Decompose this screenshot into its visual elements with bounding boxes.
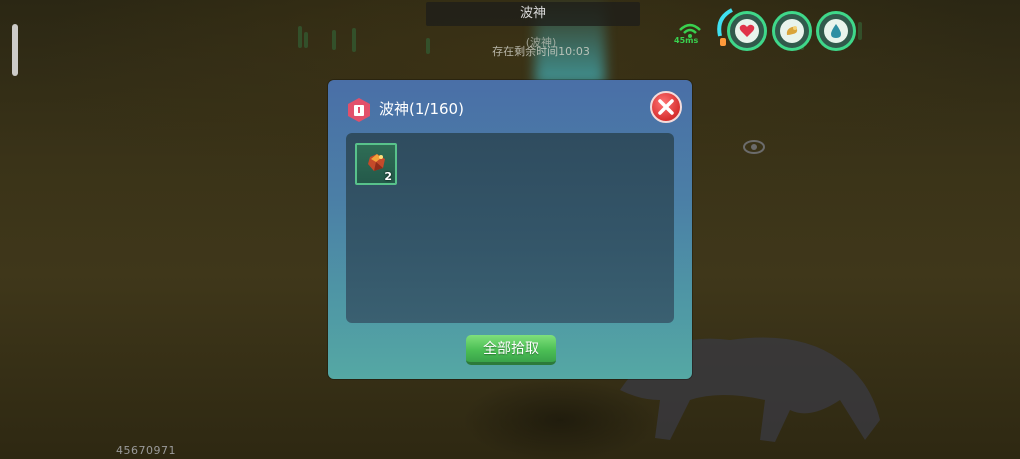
- remaining-time-text: 存在剩余时间10:03: [492, 45, 590, 58]
- close-icon: [658, 99, 674, 115]
- water-drop-icon: [824, 19, 848, 43]
- meat-icon: [780, 19, 804, 43]
- water-stat[interactable]: [816, 11, 856, 51]
- ping-text: 45ms: [674, 36, 699, 45]
- grass-blade: [298, 26, 302, 48]
- pickup-all-button[interactable]: 全部拾取: [466, 335, 556, 365]
- loot-dialog: 波神(1/160) 2 全部拾取: [328, 80, 692, 379]
- game-scene: 波神 (波神) 存在剩余时间10:03 45ms 45670971 波神(1/1…: [0, 0, 1020, 459]
- grass-blade: [332, 30, 336, 50]
- grass-blade: [426, 38, 430, 54]
- hunger-stat[interactable]: [772, 11, 812, 51]
- health-stat[interactable]: [727, 11, 767, 51]
- player-id: 45670971: [116, 444, 176, 457]
- grass-blade: [352, 28, 356, 52]
- grass-blade: [858, 22, 862, 40]
- item-count: 2: [384, 170, 392, 183]
- close-button[interactable]: [650, 91, 682, 123]
- target-name-banner: 波神: [426, 2, 640, 26]
- eye-icon[interactable]: [741, 136, 767, 158]
- loot-grid: 2: [346, 133, 674, 323]
- grass-blade: [304, 32, 308, 48]
- heart-icon: [735, 19, 759, 43]
- loot-box-icon: [348, 98, 370, 122]
- side-drawer-handle[interactable]: [12, 24, 18, 76]
- loot-slot[interactable]: 2: [355, 143, 397, 185]
- dialog-title: 波神(1/160): [379, 100, 464, 118]
